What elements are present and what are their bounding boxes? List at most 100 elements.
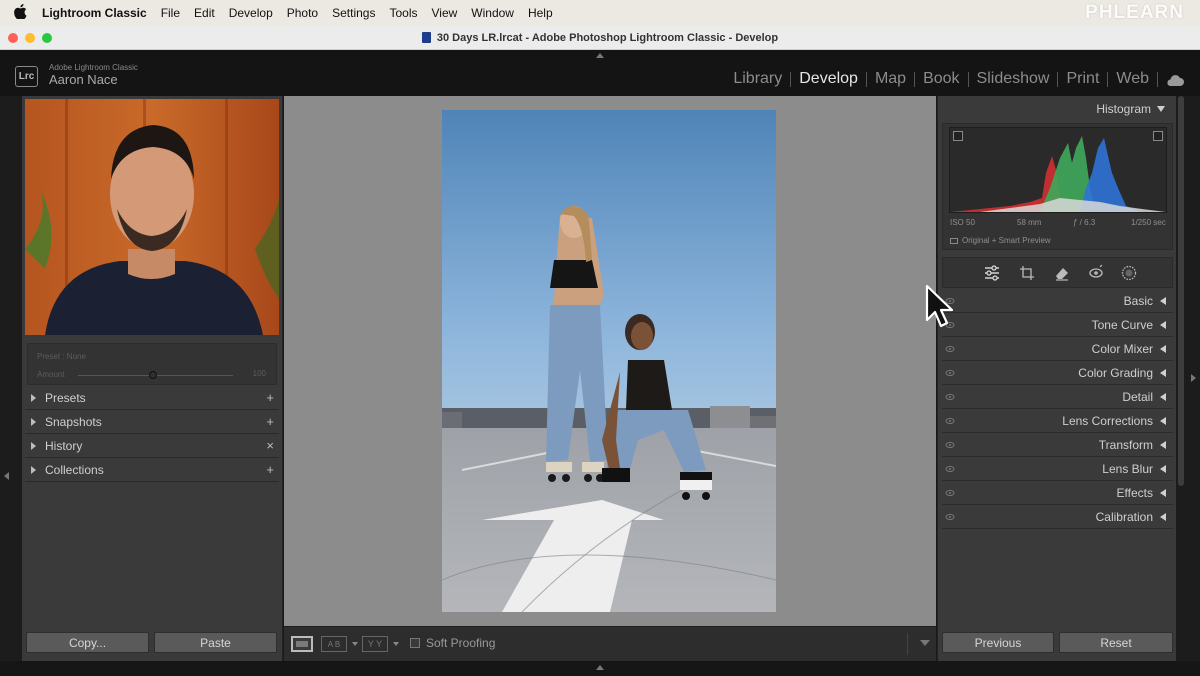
add-preset-icon[interactable]: + — [266, 390, 274, 405]
menu-help[interactable]: Help — [528, 6, 553, 20]
panel-tone-curve[interactable]: Tone Curve — [942, 314, 1173, 337]
menu-tools[interactable]: Tools — [389, 6, 417, 20]
right-panel-edge[interactable] — [1176, 96, 1200, 661]
crop-icon[interactable] — [1017, 263, 1037, 283]
panel-snapshots-label: Snapshots — [45, 415, 102, 429]
close-window-button[interactable] — [8, 33, 18, 43]
module-print[interactable]: Print — [1058, 70, 1107, 88]
expand-triangle-icon — [1160, 489, 1166, 497]
toolbar-options-icon[interactable] — [920, 640, 930, 646]
left-panel-edge[interactable] — [0, 96, 22, 661]
main-photo[interactable] — [442, 110, 776, 612]
preset-label[interactable]: Preset : None — [37, 352, 86, 361]
histogram-graph[interactable] — [949, 127, 1167, 213]
clear-history-icon[interactable]: × — [266, 438, 274, 453]
panel-transform-label: Transform — [1098, 438, 1153, 452]
before-after-split-button[interactable]: Y Y — [362, 636, 388, 652]
preset-amount-box: Preset : None Amount 100 — [27, 343, 277, 385]
expand-triangle-icon — [31, 442, 36, 450]
histogram-panel: ISO 50 58 mm ƒ / 6.3 1/250 sec Original … — [942, 123, 1173, 250]
module-slideshow[interactable]: Slideshow — [969, 70, 1058, 88]
panel-detail-label: Detail — [1122, 390, 1153, 404]
menu-view[interactable]: View — [431, 6, 457, 20]
filmstrip-toggle-icon[interactable] — [596, 665, 604, 670]
panel-history[interactable]: History × — [25, 435, 279, 458]
expand-triangle-icon — [31, 394, 36, 402]
right-panel-collapse-icon[interactable] — [1191, 374, 1196, 382]
eye-toggle-icon[interactable] — [945, 415, 955, 425]
apple-icon[interactable] — [14, 4, 30, 22]
panel-snapshots[interactable]: Snapshots + — [25, 411, 279, 434]
soft-proofing-label: Soft Proofing — [426, 636, 496, 650]
panel-detail[interactable]: Detail — [942, 386, 1173, 409]
copy-settings-button[interactable]: Copy... — [26, 632, 149, 653]
panel-color-grading[interactable]: Color Grading — [942, 362, 1173, 385]
lightroom-window: Lightroom Classic File Edit Develop Phot… — [0, 0, 1200, 676]
zoom-window-button[interactable] — [42, 33, 52, 43]
mask-icon[interactable] — [1119, 263, 1139, 283]
toolbar-divider — [907, 633, 908, 655]
eye-toggle-icon[interactable] — [945, 391, 955, 401]
filmstrip-edge[interactable] — [0, 661, 1200, 676]
module-develop[interactable]: Develop — [791, 70, 866, 88]
menu-settings[interactable]: Settings — [332, 6, 375, 20]
eye-toggle-icon[interactable] — [945, 511, 955, 521]
previous-button[interactable]: Previous — [942, 632, 1054, 653]
menu-app-name[interactable]: Lightroom Classic — [42, 6, 147, 20]
menu-file[interactable]: File — [161, 6, 180, 20]
eye-toggle-icon[interactable] — [945, 367, 955, 377]
reset-button[interactable]: Reset — [1059, 632, 1173, 653]
left-panel-collapse-icon[interactable] — [4, 472, 9, 480]
exif-aperture: ƒ / 6.3 — [1073, 218, 1096, 227]
eye-toggle-icon[interactable] — [945, 463, 955, 473]
amount-slider-knob[interactable] — [149, 371, 157, 379]
module-book[interactable]: Book — [915, 70, 967, 88]
minimize-window-button[interactable] — [25, 33, 35, 43]
panel-transform[interactable]: Transform — [942, 434, 1173, 457]
expand-triangle-icon — [1160, 441, 1166, 449]
panel-lens-corrections[interactable]: Lens Corrections — [942, 410, 1173, 433]
image-canvas[interactable] — [284, 96, 936, 626]
paste-settings-button[interactable]: Paste — [154, 632, 277, 653]
module-map[interactable]: Map — [867, 70, 914, 88]
sliders-icon[interactable] — [982, 263, 1002, 283]
panel-presets[interactable]: Presets + — [25, 387, 279, 410]
panel-effects[interactable]: Effects — [942, 482, 1173, 505]
histogram-header[interactable]: Histogram — [1096, 102, 1165, 116]
collapse-triangle-icon — [1157, 106, 1165, 112]
before-after-view-button[interactable]: A B — [321, 636, 347, 652]
panel-lens-blur[interactable]: Lens Blur — [942, 458, 1173, 481]
panel-calibration[interactable]: Calibration — [942, 506, 1173, 529]
panel-history-label: History — [45, 439, 83, 453]
eye-toggle-icon[interactable] — [945, 343, 955, 353]
eraser-icon[interactable] — [1052, 263, 1072, 283]
module-library[interactable]: Library — [725, 70, 790, 88]
panel-collections[interactable]: Collections + — [25, 459, 279, 482]
eye-toggle-icon[interactable] — [945, 487, 955, 497]
red-eye-icon[interactable] — [1086, 263, 1106, 283]
before-after-dropdown-icon[interactable] — [352, 642, 358, 646]
panel-basic[interactable]: Basic — [942, 290, 1173, 313]
expand-triangle-icon — [31, 418, 36, 426]
module-web[interactable]: Web — [1108, 70, 1157, 88]
eye-toggle-icon[interactable] — [945, 439, 955, 449]
expand-triangle-icon — [1160, 345, 1166, 353]
menu-window[interactable]: Window — [471, 6, 514, 20]
menu-develop[interactable]: Develop — [229, 6, 273, 20]
window-title: 30 Days LR.lrcat - Adobe Photoshop Light… — [436, 31, 779, 44]
add-snapshot-icon[interactable]: + — [266, 414, 274, 429]
top-panel-toggle[interactable] — [596, 53, 604, 58]
presenter-webcam-overlay — [25, 99, 279, 335]
loupe-view-button[interactable] — [291, 636, 313, 652]
cloud-sync-icon[interactable] — [1166, 73, 1184, 86]
menu-photo[interactable]: Photo — [287, 6, 318, 20]
split-dropdown-icon[interactable] — [393, 642, 399, 646]
panel-calibration-label: Calibration — [1095, 510, 1153, 524]
menu-edit[interactable]: Edit — [194, 6, 215, 20]
right-panel-scrollbar[interactable] — [1178, 96, 1184, 486]
panel-color-mixer[interactable]: Color Mixer — [942, 338, 1173, 361]
catalog-document-icon — [421, 32, 431, 43]
phlearn-watermark: PHLEARN — [1085, 2, 1184, 23]
add-collection-icon[interactable]: + — [266, 462, 274, 477]
soft-proofing-checkbox[interactable] — [410, 638, 420, 648]
